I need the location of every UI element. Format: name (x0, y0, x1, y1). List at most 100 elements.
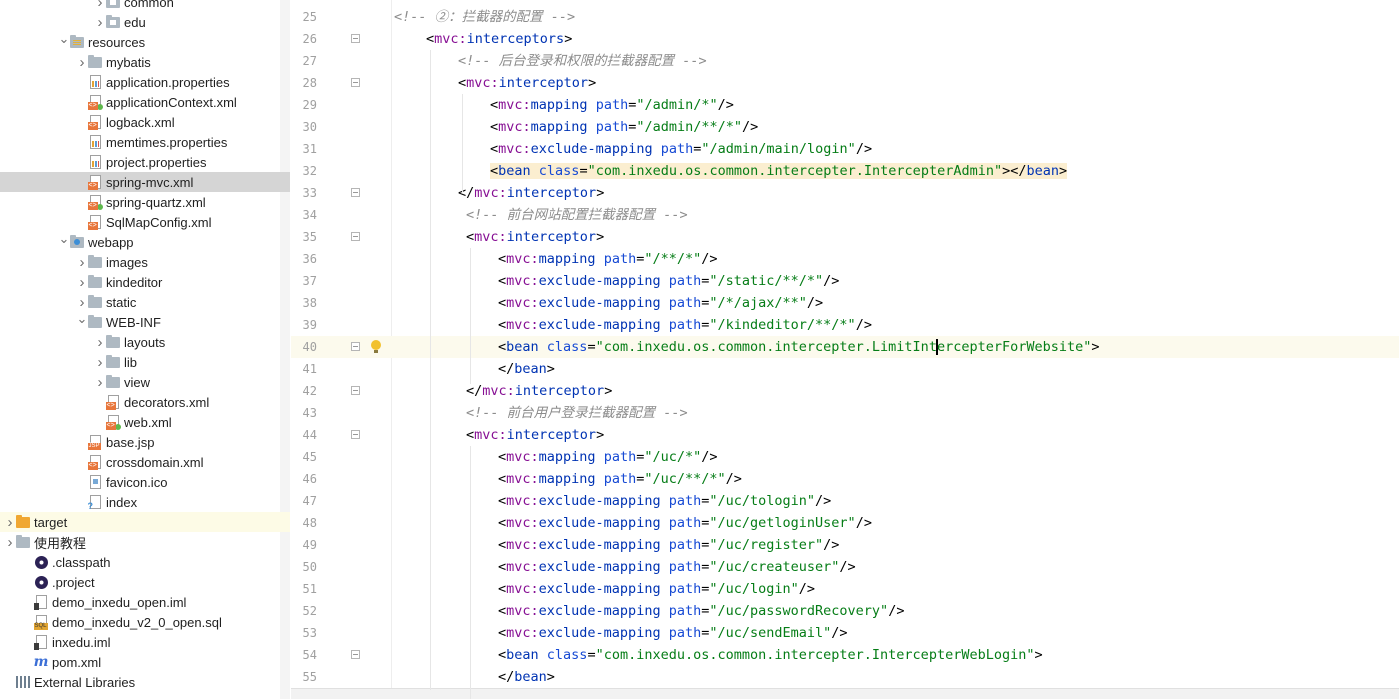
tree-item[interactable]: › 使用教程 (0, 532, 290, 552)
code-line[interactable]: 36 <mvc:mapping path="/**/*"/> (291, 248, 1399, 270)
intention-bulb-icon[interactable] (371, 340, 381, 353)
tree-item[interactable]: application.properties (0, 72, 290, 92)
tree-item[interactable]: SqlMapConfig.xml (0, 212, 290, 232)
code-line[interactable]: 27 <!-- 后台登录和权限的拦截器配置 --> (291, 50, 1399, 72)
fold-toggle-icon[interactable] (351, 430, 360, 439)
code-line[interactable]: 41 </bean> (291, 358, 1399, 380)
code-line[interactable]: 38 <mvc:exclude-mapping path="/*/ajax/**"… (291, 292, 1399, 314)
chevron-right-icon[interactable]: › (4, 512, 16, 532)
tree-item[interactable]: favicon.ico (0, 472, 290, 492)
tree-item-label: images (106, 254, 148, 270)
attribute-name: path (668, 603, 702, 619)
tree-item[interactable]: applicationContext.xml (0, 92, 290, 112)
code-line[interactable]: 51 <mvc:exclude-mapping path="/uc/login"/… (291, 578, 1399, 600)
code-line[interactable]: 34 <!-- 前台网站配置拦截器配置 --> (291, 204, 1399, 226)
fold-toggle-icon[interactable] (351, 188, 360, 197)
fold-toggle-icon[interactable] (351, 342, 360, 351)
fold-toggle-icon[interactable] (351, 34, 360, 43)
tree-item[interactable]: › static (0, 292, 290, 312)
tree-item[interactable]: m pom.xml (0, 652, 290, 672)
tree-item[interactable]: › layouts (0, 332, 290, 352)
code-line[interactable]: 43 <!-- 前台用户登录拦截器配置 --> (291, 402, 1399, 424)
tree-item[interactable]: demo_inxedu_open.iml (0, 592, 290, 612)
code-line[interactable]: 52 <mvc:exclude-mapping path="/uc/passwor… (291, 600, 1399, 622)
tree-item[interactable]: ⌄ WEB-INF (0, 309, 290, 332)
tree-item[interactable]: index (0, 492, 290, 512)
tree-item[interactable]: ⌄ resources (0, 29, 290, 52)
chevron-right-icon[interactable]: › (76, 272, 88, 292)
code-line[interactable]: 45 <mvc:mapping path="/uc/*"/> (291, 446, 1399, 468)
tree-item[interactable]: base.jsp (0, 432, 290, 452)
tree-item[interactable]: › mybatis (0, 52, 290, 72)
chevron-down-icon[interactable]: ⌄ (76, 309, 88, 329)
tree-item[interactable]: spring-quartz.xml (0, 192, 290, 212)
code-line[interactable]: 54 <bean class="com.inxedu.os.common.inte… (291, 644, 1399, 666)
code-line[interactable]: 55 </bean> (291, 666, 1399, 688)
code-editor[interactable]: 25 <!-- ②：拦截器的配置 --> 26 <mvc:interceptors> 2… (291, 0, 1399, 699)
indent-guide (462, 94, 463, 192)
tree-item[interactable]: › kindeditor (0, 272, 290, 292)
tree-item[interactable]: › target (0, 512, 290, 532)
tree-item[interactable]: ⌄ webapp (0, 229, 290, 252)
fold-toggle-icon[interactable] (351, 386, 360, 395)
tree-item-label: lib (124, 354, 138, 370)
tree-item[interactable]: decorators.xml (0, 392, 290, 412)
punctuation: < (498, 625, 507, 641)
fold-toggle-icon[interactable] (351, 232, 360, 241)
code-line[interactable]: 31 <mvc:exclude-mapping path="/admin/main… (291, 138, 1399, 160)
punctuation: /> (725, 471, 742, 487)
code-line[interactable]: 39 <mvc:exclude-mapping path="/kindeditor… (291, 314, 1399, 336)
tree-item[interactable]: web.xml (0, 412, 290, 432)
code-line[interactable]: 50 <mvc:exclude-mapping path="/uc/createu… (291, 556, 1399, 578)
chevron-right-icon[interactable]: › (94, 0, 106, 12)
chevron-right-icon[interactable]: › (76, 252, 88, 272)
chevron-right-icon[interactable]: › (94, 372, 106, 392)
code-line[interactable]: 33 </mvc:interceptor> (291, 182, 1399, 204)
tree-item[interactable]: demo_inxedu_v2_0_open.sql (0, 612, 290, 632)
tree-item[interactable]: logback.xml (0, 112, 290, 132)
folder-icon (88, 274, 102, 289)
tree-item[interactable]: › common (0, 0, 290, 12)
chevron-right-icon[interactable]: › (94, 12, 106, 32)
code-line[interactable]: 46 <mvc:mapping path="/uc/**/*"/> (291, 468, 1399, 490)
code-line[interactable]: 30 <mvc:mapping path="/admin/**/*"/> (291, 116, 1399, 138)
punctuation: > (1034, 647, 1043, 663)
punctuation: > (588, 75, 597, 91)
code-line[interactable]: 47 <mvc:exclude-mapping path="/uc/tologin… (291, 490, 1399, 512)
fold-toggle-icon[interactable] (351, 78, 360, 87)
tree-item[interactable]: project.properties (0, 152, 290, 172)
punctuation (661, 273, 669, 289)
tree-item[interactable]: External Libraries (0, 672, 290, 692)
code-line[interactable]: 29 <mvc:mapping path="/admin/*"/> (291, 94, 1399, 116)
code-line[interactable]: 44 <mvc:interceptor> (291, 424, 1399, 446)
tree-item[interactable]: .project (0, 572, 290, 592)
code-line[interactable]: 26 <mvc:interceptors> (291, 28, 1399, 50)
code-line[interactable]: 40 <bean class="com.inxedu.os.common.inte… (291, 336, 1399, 358)
code-line[interactable]: 32 <bean class="com.inxedu.os.common.inte… (291, 160, 1399, 182)
tree-item[interactable]: › lib (0, 352, 290, 372)
tree-item[interactable]: memtimes.properties (0, 132, 290, 152)
chevron-right-icon[interactable]: › (76, 52, 88, 72)
code-line[interactable]: 37 <mvc:exclude-mapping path="/static/**/… (291, 270, 1399, 292)
tree-item[interactable]: spring-mvc.xml (0, 172, 290, 192)
fold-toggle-icon[interactable] (351, 650, 360, 659)
tree-item[interactable]: inxedu.iml (0, 632, 290, 652)
chevron-right-icon[interactable]: › (4, 532, 16, 552)
tree-item[interactable]: › edu (0, 12, 290, 32)
code-line[interactable]: 48 <mvc:exclude-mapping path="/uc/getlogi… (291, 512, 1399, 534)
code-line[interactable]: 25 <!-- ②：拦截器的配置 --> (291, 6, 1399, 28)
chevron-down-icon[interactable]: ⌄ (58, 29, 70, 49)
chevron-right-icon[interactable]: › (94, 352, 106, 372)
tree-item[interactable]: › view (0, 372, 290, 392)
chevron-right-icon[interactable]: › (94, 332, 106, 352)
tree-item[interactable]: crossdomain.xml (0, 452, 290, 472)
code-line[interactable]: 53 <mvc:exclude-mapping path="/uc/sendEma… (291, 622, 1399, 644)
jsp-file-icon (87, 435, 102, 450)
code-line[interactable]: 49 <mvc:exclude-mapping path="/uc/registe… (291, 534, 1399, 556)
code-line[interactable]: 42 </mvc:interceptor> (291, 380, 1399, 402)
tree-item[interactable]: › images (0, 252, 290, 272)
chevron-down-icon[interactable]: ⌄ (58, 229, 70, 249)
code-line[interactable]: 35 <mvc:interceptor> (291, 226, 1399, 248)
tree-item[interactable]: .classpath (0, 552, 290, 572)
code-line[interactable]: 28 <mvc:interceptor> (291, 72, 1399, 94)
